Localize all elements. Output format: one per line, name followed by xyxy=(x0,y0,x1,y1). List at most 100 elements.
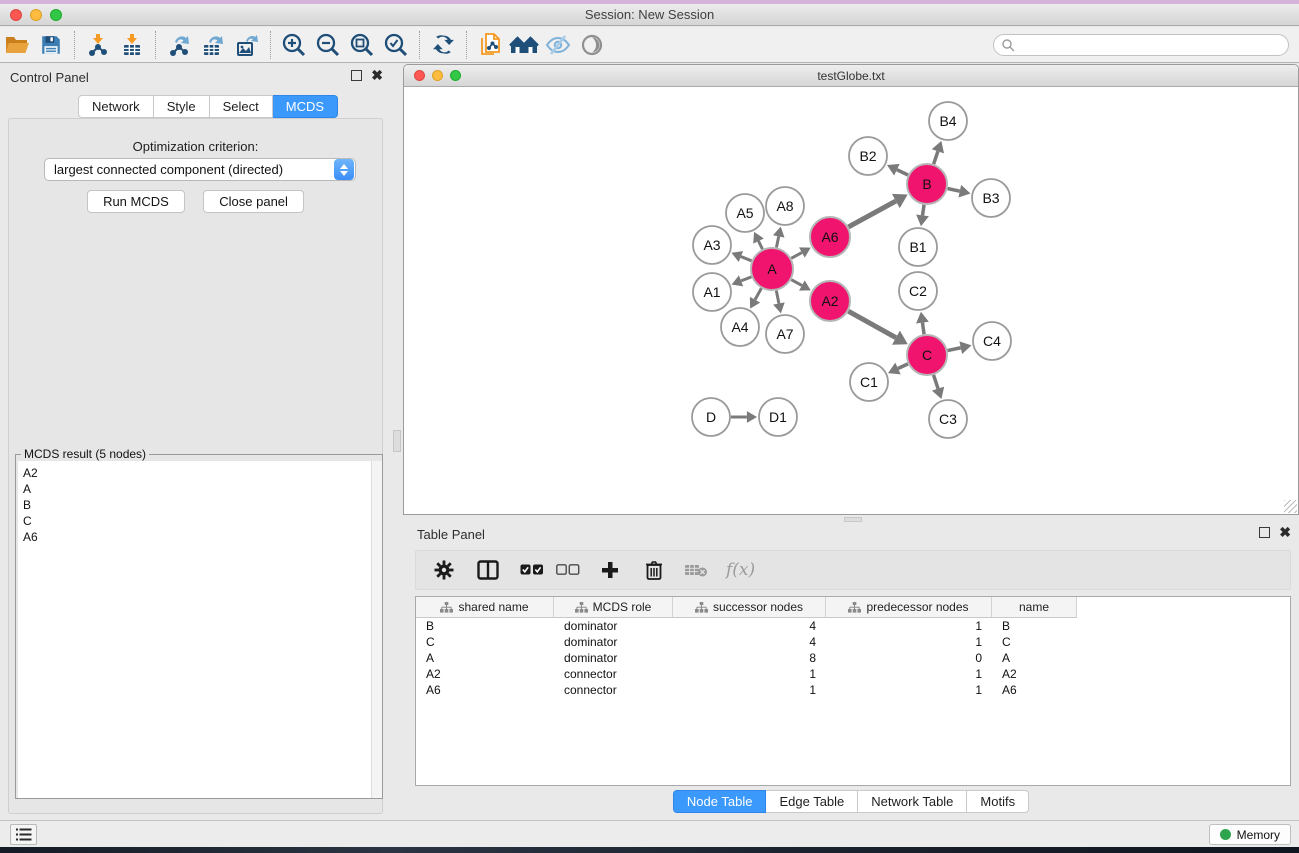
table-cell[interactable]: 8 xyxy=(673,651,826,665)
table-cell[interactable]: 1 xyxy=(826,667,992,681)
column-header-mcds-role[interactable]: MCDS role xyxy=(554,597,673,617)
edge-C-C1[interactable] xyxy=(898,364,908,369)
tab-mcds[interactable]: MCDS xyxy=(273,95,338,118)
show-columns-button[interactable] xyxy=(472,555,504,585)
table-cell[interactable]: 1 xyxy=(673,667,826,681)
table-row[interactable]: Bdominator41B xyxy=(416,618,1290,634)
import-table-button[interactable] xyxy=(115,30,149,60)
show-graphics-details-button[interactable] xyxy=(575,30,609,60)
run-mcds-button[interactable]: Run MCDS xyxy=(87,190,185,213)
table-cell[interactable]: 4 xyxy=(673,635,826,649)
result-list-item[interactable]: A2 xyxy=(18,465,371,481)
function-builder-button[interactable]: f(x) xyxy=(726,560,755,580)
zoom-in-button[interactable] xyxy=(277,30,311,60)
vertical-splitter[interactable] xyxy=(391,63,403,820)
deselect-all-button[interactable] xyxy=(552,555,584,585)
float-panel-icon[interactable] xyxy=(351,70,362,81)
search-input[interactable] xyxy=(1015,36,1288,54)
network-maximize-button[interactable] xyxy=(450,70,461,81)
create-column-button[interactable] xyxy=(594,555,626,585)
zoom-fit-button[interactable] xyxy=(345,30,379,60)
close-panel-icon[interactable]: ✖ xyxy=(371,70,383,81)
table-cell[interactable]: A2 xyxy=(416,667,554,681)
edge-C-C2[interactable] xyxy=(922,323,924,335)
first-neighbors-button[interactable] xyxy=(507,30,541,60)
tab-network-table[interactable]: Network Table xyxy=(858,790,967,813)
task-history-button[interactable] xyxy=(10,824,37,845)
table-cell[interactable]: 1 xyxy=(826,683,992,697)
table-cell[interactable]: B xyxy=(416,619,554,633)
edge-B-B3[interactable] xyxy=(948,188,960,191)
result-list-item[interactable]: C xyxy=(18,513,371,529)
table-cell[interactable]: connector xyxy=(554,667,673,681)
tab-node-table[interactable]: Node Table xyxy=(673,790,767,813)
edge-B-B2[interactable] xyxy=(897,170,908,175)
network-canvas[interactable]: AA1A2A3A4A5A6A7A8BB1B2B3B4CC1C2C3C4DD1 xyxy=(404,87,1298,514)
window-resize-grip[interactable] xyxy=(1284,500,1297,513)
column-header-predecessor-nodes[interactable]: predecessor nodes xyxy=(826,597,992,617)
table-cell[interactable]: dominator xyxy=(554,635,673,649)
tab-motifs[interactable]: Motifs xyxy=(967,790,1029,813)
zoom-out-button[interactable] xyxy=(311,30,345,60)
table-cell[interactable]: C xyxy=(416,635,554,649)
export-table-button[interactable] xyxy=(196,30,230,60)
table-cell[interactable]: dominator xyxy=(554,651,673,665)
result-list-item[interactable]: B xyxy=(18,497,371,513)
export-network-button[interactable] xyxy=(162,30,196,60)
network-minimize-button[interactable] xyxy=(432,70,443,81)
tab-style[interactable]: Style xyxy=(154,95,210,118)
select-all-button[interactable] xyxy=(516,555,548,585)
edge-A-A6[interactable] xyxy=(791,253,802,259)
table-cell[interactable]: 4 xyxy=(673,619,826,633)
table-cell[interactable]: A6 xyxy=(416,683,554,697)
horizontal-splitter[interactable] xyxy=(403,515,1299,524)
close-panel-button[interactable]: Close panel xyxy=(203,190,304,213)
table-cell[interactable]: A xyxy=(992,651,1077,665)
float-panel-icon[interactable] xyxy=(1259,527,1270,538)
close-window-button[interactable] xyxy=(10,9,22,21)
edge-A-A1[interactable] xyxy=(741,277,751,281)
splitter-handle[interactable] xyxy=(844,517,862,522)
table-cell[interactable]: 1 xyxy=(826,635,992,649)
tab-network[interactable]: Network xyxy=(78,95,154,118)
column-header-name[interactable]: name xyxy=(992,597,1077,617)
table-cell[interactable]: A xyxy=(416,651,554,665)
edge-A-A5[interactable] xyxy=(759,241,763,249)
table-cell[interactable]: A2 xyxy=(992,667,1077,681)
apply-layout-button[interactable] xyxy=(426,30,460,60)
table-cell[interactable]: dominator xyxy=(554,619,673,633)
table-cell[interactable]: A6 xyxy=(992,683,1077,697)
table-row[interactable]: Adominator80A xyxy=(416,650,1290,666)
table-cell[interactable]: connector xyxy=(554,683,673,697)
import-network-button[interactable] xyxy=(81,30,115,60)
zoom-selected-button[interactable] xyxy=(379,30,413,60)
delete-table-button[interactable] xyxy=(680,555,712,585)
save-session-button[interactable] xyxy=(34,30,68,60)
open-session-button[interactable] xyxy=(0,30,34,60)
close-panel-icon[interactable]: ✖ xyxy=(1279,527,1291,538)
table-cell[interactable]: 1 xyxy=(826,619,992,633)
edge-C-C4[interactable] xyxy=(948,348,961,351)
table-cell[interactable]: 0 xyxy=(826,651,992,665)
result-list-scrollbar[interactable] xyxy=(371,461,382,798)
edge-C-C3[interactable] xyxy=(934,375,938,389)
result-list-item[interactable]: A xyxy=(18,481,371,497)
hide-selected-button[interactable] xyxy=(541,30,575,60)
table-cell[interactable]: 1 xyxy=(673,683,826,697)
export-image-button[interactable] xyxy=(230,30,264,60)
edge-A6-B[interactable] xyxy=(848,201,895,227)
result-list-item[interactable]: A6 xyxy=(18,529,371,545)
table-cell[interactable]: B xyxy=(992,619,1077,633)
memory-button[interactable]: Memory xyxy=(1209,824,1291,845)
edge-A-A7[interactable] xyxy=(776,291,779,304)
edge-A-A8[interactable] xyxy=(776,236,778,247)
edge-A2-C[interactable] xyxy=(848,311,896,338)
column-header-successor-nodes[interactable]: successor nodes xyxy=(673,597,826,617)
table-cell[interactable]: C xyxy=(992,635,1077,649)
maximize-window-button[interactable] xyxy=(50,9,62,21)
network-window-titlebar[interactable]: testGlobe.txt xyxy=(404,65,1298,87)
table-row[interactable]: Cdominator41C xyxy=(416,634,1290,650)
edge-A-A3[interactable] xyxy=(741,257,752,261)
column-header-shared-name[interactable]: shared name xyxy=(416,597,554,617)
edge-B-B4[interactable] xyxy=(934,151,938,164)
